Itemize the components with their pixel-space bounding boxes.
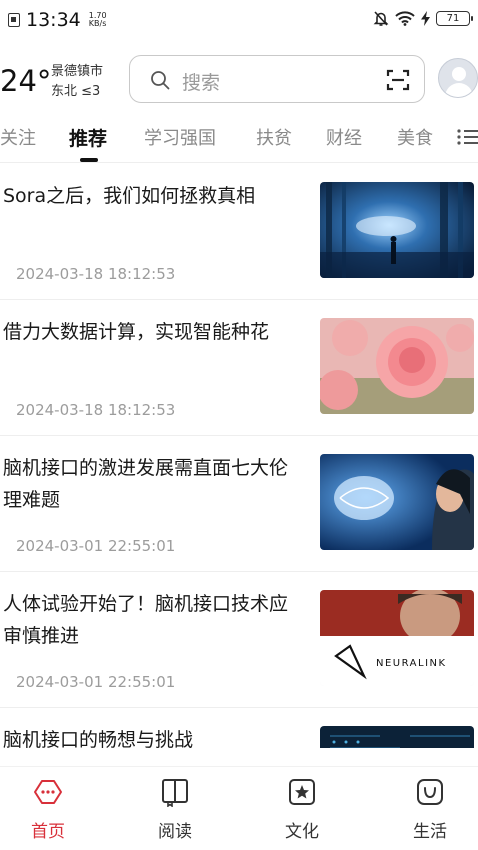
news-date: 2024-03-18 18:12:53 (16, 401, 176, 419)
nav-home-label: 首页 (31, 822, 65, 842)
nav-culture[interactable]: 文化 (267, 777, 337, 847)
pink-rose-image (320, 318, 474, 414)
header: 24° 景德镇市 东北 ≤3 搜索 (0, 52, 478, 108)
news-title: 人体试验开始了！脑机接口技术应审慎推进 (3, 593, 289, 647)
sci-fi-corridor-image (320, 182, 474, 278)
nav-read[interactable]: 阅读 (140, 777, 210, 847)
news-title: Sora之后，我们如何拯救真相 (3, 185, 256, 207)
search-icon (151, 71, 170, 90)
life-bag-icon (417, 779, 443, 805)
circuit-image (320, 726, 474, 748)
tab-follow[interactable]: 关注 (0, 124, 36, 150)
category-tabs: 关注 推荐 学习强国 扶贫 财经 美食 (0, 116, 478, 162)
status-bar: 13:34 1.70 KB/s 71 (0, 0, 478, 40)
tab-xuexi[interactable]: 学习强国 (144, 124, 216, 150)
news-date: 2024-03-01 22:55:01 (16, 673, 176, 691)
neuralink-logo-text: NEURALINK (376, 658, 447, 669)
list-item[interactable]: 人体试验开始了！脑机接口技术应审慎推进 2024-03-01 22:55:01 … (0, 572, 478, 708)
tab-food[interactable]: 美食 (397, 124, 433, 150)
news-title: 脑机接口的激进发展需直面七大伦理难题 (3, 457, 289, 511)
status-time: 13:34 (26, 9, 81, 31)
culture-star-icon (289, 779, 315, 805)
avatar[interactable] (438, 58, 478, 98)
bottom-nav: 首页 阅读 文化 生活 (0, 766, 478, 850)
status-left: 13:34 1.70 KB/s (8, 9, 107, 31)
city-label: 景德镇市 (51, 64, 104, 79)
nav-culture-label: 文化 (285, 822, 319, 842)
news-title: 脑机接口的畅想与挑战 (3, 729, 194, 748)
list-item[interactable]: 脑机接口的激进发展需直面七大伦理难题 2024-03-01 22:55:01 (0, 436, 478, 572)
list-item[interactable]: 脑机接口的畅想与挑战 (0, 708, 478, 748)
book-icon (162, 779, 188, 807)
temperature[interactable]: 24° (0, 64, 51, 98)
wifi-icon (395, 11, 415, 26)
mute-bell-icon (373, 11, 389, 26)
tab-menu-icon[interactable] (456, 128, 478, 146)
list-item[interactable]: 借力大数据计算，实现智能种花 2024-03-18 18:12:53 (0, 300, 478, 436)
weather-info[interactable]: 景德镇市 东北 ≤3 (51, 62, 103, 102)
news-date: 2024-03-01 22:55:01 (16, 537, 176, 555)
nav-read-label: 阅读 (158, 822, 192, 842)
neuralink-image: NEURALINK (320, 590, 474, 686)
tab-recommend[interactable]: 推荐 (69, 124, 107, 151)
news-date: 2024-03-18 18:12:53 (16, 265, 176, 283)
tab-finance[interactable]: 财经 (326, 124, 362, 150)
net-speed-unit: KB/s (88, 19, 107, 28)
tab-poverty[interactable]: 扶贫 (256, 124, 292, 150)
nav-life[interactable]: 生活 (395, 777, 465, 847)
scan-icon[interactable] (386, 69, 410, 91)
battery-icon: 71 (436, 11, 473, 26)
wind-label: 东北 ≤3 (51, 84, 101, 99)
home-icon (34, 780, 62, 804)
list-item[interactable]: Sora之后，我们如何拯救真相 2024-03-18 18:12:53 (0, 164, 478, 300)
nav-home[interactable]: 首页 (13, 777, 83, 847)
search-placeholder: 搜索 (182, 72, 221, 94)
charging-icon (421, 11, 430, 26)
news-title: 借力大数据计算，实现智能种花 (3, 321, 270, 343)
search-input[interactable]: 搜索 (129, 55, 425, 103)
status-right: 71 (373, 10, 473, 27)
nav-life-label: 生活 (413, 822, 447, 842)
net-speed: 1.70 KB/s (89, 12, 107, 28)
digital-brain-image (320, 454, 474, 550)
sim-icon (8, 13, 20, 27)
news-feed: Sora之后，我们如何拯救真相 2024-03-18 18:12:53 借力大数… (0, 164, 478, 748)
tabs-divider (0, 162, 478, 163)
user-avatar-icon (445, 67, 473, 97)
